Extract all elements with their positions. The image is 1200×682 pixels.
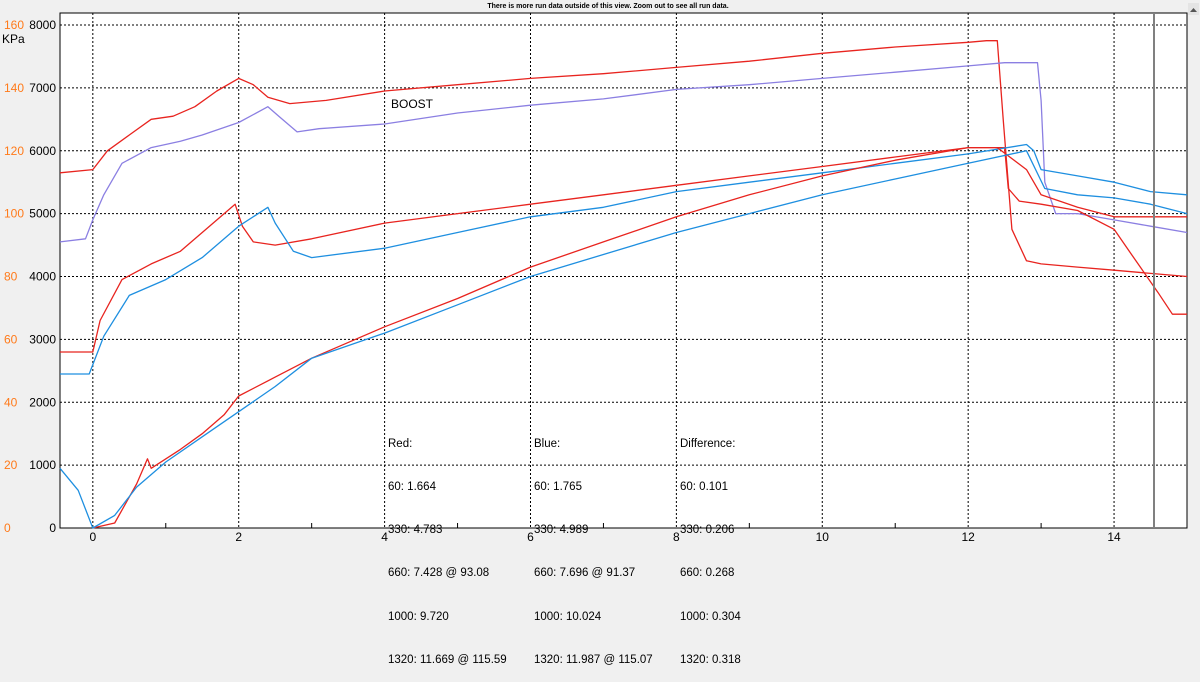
stats-line: 60: 1.664 xyxy=(388,481,436,494)
stats-line: 330: 0.206 xyxy=(680,524,735,537)
y-axis-label: KPa xyxy=(2,32,25,46)
right-scale-tick-label: 6000 xyxy=(29,144,56,158)
zoom-notice: There is more run data outside of this v… xyxy=(487,3,728,10)
stats-line: 1320: 11.987 @ 115.07 xyxy=(534,653,653,666)
stats-line: 1000: 9.720 xyxy=(388,610,449,623)
right-scale-tick-label: 0 xyxy=(49,521,56,535)
left-scale-tick-label: 140 xyxy=(4,81,24,95)
stats-line: 330: 4.783 xyxy=(388,524,443,537)
stats-line: 1320: 11.669 @ 115.59 xyxy=(388,653,507,666)
x-tick-label: 10 xyxy=(816,530,830,544)
left-scale-tick-label: 100 xyxy=(4,207,24,221)
right-scale-tick-label: 2000 xyxy=(29,395,56,409)
stats-line: 660: 7.696 @ 91.37 xyxy=(534,567,636,580)
right-scale-tick-label: 7000 xyxy=(29,81,56,95)
stats-line: 60: 1.765 xyxy=(534,481,582,494)
stats-line: 660: 7.428 @ 93.08 xyxy=(388,567,490,580)
x-tick-label: 0 xyxy=(89,530,96,544)
left-scale-tick-label: 160 xyxy=(4,18,24,32)
stats-line: 330: 4.989 xyxy=(534,524,589,537)
stats-line: 60: 0.101 xyxy=(680,481,728,494)
left-scale-tick-label: 120 xyxy=(4,144,24,158)
stats-line: 660: 0.268 xyxy=(680,567,735,580)
x-tick-label: 12 xyxy=(961,530,975,544)
right-scale-tick-label: 4000 xyxy=(29,270,56,284)
stats-line: Red: xyxy=(388,437,413,450)
left-scale-tick-label: 60 xyxy=(4,332,18,346)
stats-line: 1000: 0.304 xyxy=(680,610,741,623)
stats-blue: Blue: 60: 1.765 330: 4.989 660: 7.696 @ … xyxy=(534,408,653,682)
left-scale-tick-label: 40 xyxy=(4,395,18,409)
left-scale-tick-label: 0 xyxy=(4,521,11,535)
boost-annotation: BOOST xyxy=(391,97,434,111)
x-tick-label: 8 xyxy=(673,530,680,544)
right-scale-tick-label: 3000 xyxy=(29,332,56,346)
left-scale-tick-label: 80 xyxy=(4,270,18,284)
stats-difference: Difference: 60: 0.101 330: 0.206 660: 0.… xyxy=(680,408,741,682)
stats-line: Blue: xyxy=(534,437,561,450)
stats-red: Red: 60: 1.664 330: 4.783 660: 7.428 @ 9… xyxy=(388,408,507,682)
left-scale-tick-label: 20 xyxy=(4,458,18,472)
right-scale-tick-label: 5000 xyxy=(29,207,56,221)
stats-line: 1320: 0.318 xyxy=(680,653,741,666)
stats-line: Difference: xyxy=(680,437,736,450)
right-scale-tick-label: 8000 xyxy=(29,18,56,32)
right-scale-tick-label: 1000 xyxy=(29,458,56,472)
x-tick-label: 2 xyxy=(235,530,242,544)
stats-line: 1000: 10.024 xyxy=(534,610,602,623)
x-tick-label: 14 xyxy=(1107,530,1121,544)
